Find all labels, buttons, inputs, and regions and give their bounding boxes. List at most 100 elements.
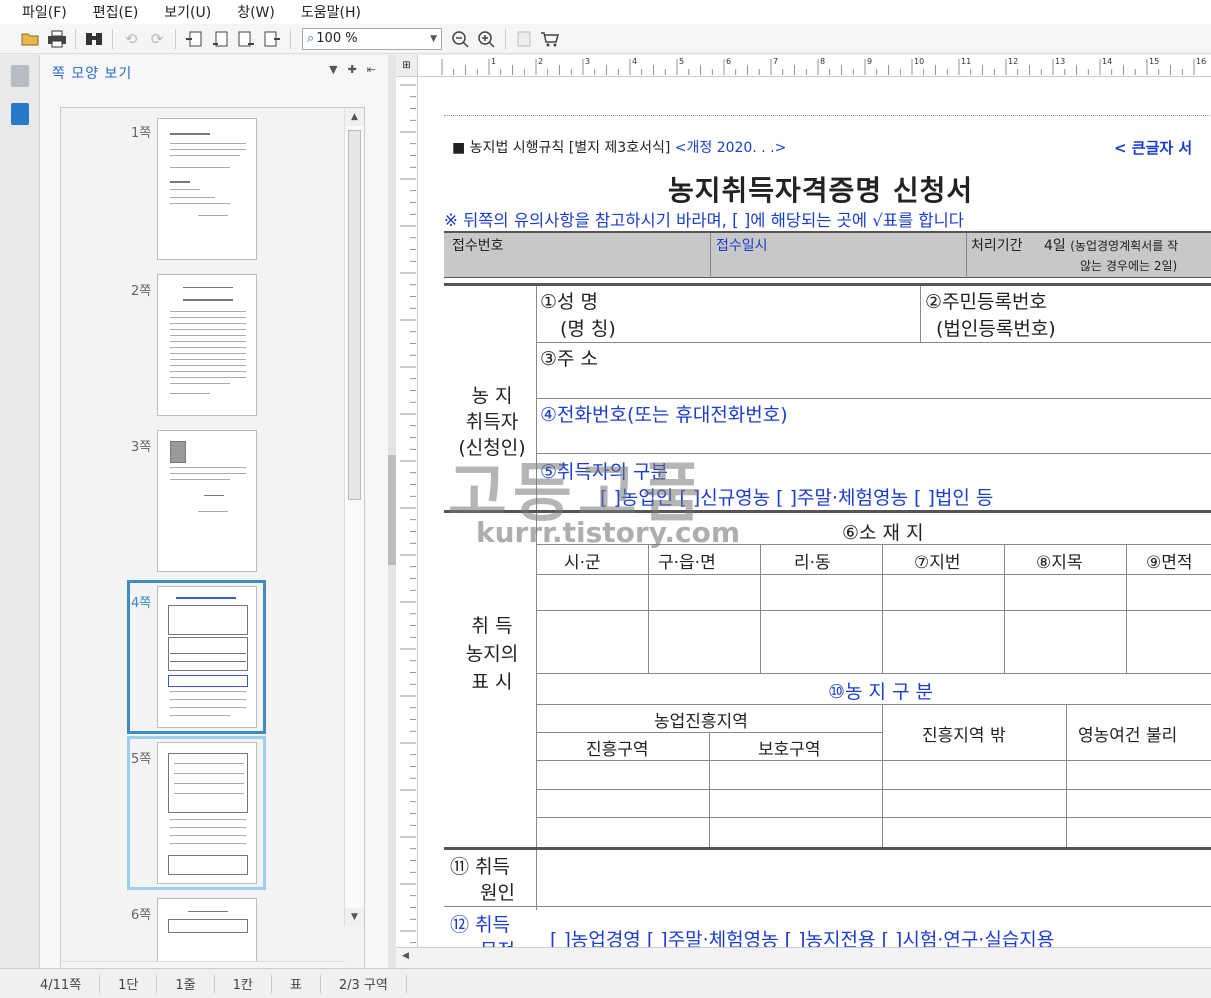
ruler-label: 15 xyxy=(1149,57,1159,66)
side-tab-strip xyxy=(0,55,40,968)
acquirer-type-options: [ ]농업인 [ ]신규영농 [ ]주말·체험영농 [ ]법인 등 xyxy=(600,487,994,509)
col-district: 구·읍·면 xyxy=(658,553,716,573)
acquisition-purpose-label-2: 목적 xyxy=(480,936,515,947)
page-thumbnail-1[interactable] xyxy=(157,118,257,260)
outside-zone-header: 진흥지역 밖 xyxy=(922,726,1006,746)
name-alt-label: (명 칭) xyxy=(560,318,616,340)
land-group-label: 취 득 농지의 표 시 xyxy=(465,615,519,693)
cart-icon[interactable] xyxy=(537,27,563,51)
scroll-thumb[interactable] xyxy=(348,130,361,500)
form-notice: ※ 뒤쪽의 유의사항을 참고하시기 바라며, [ ]에 해당되는 곳에 √표를 … xyxy=(444,211,964,230)
ruler-label: 5 xyxy=(679,57,684,66)
splitter-grip[interactable] xyxy=(388,455,396,565)
ruler-corner[interactable]: ⊞ xyxy=(396,55,418,77)
page-label-2: 2쪽 xyxy=(131,284,152,299)
list-view-icon[interactable] xyxy=(11,65,29,87)
receipt-number-label: 접수번호 xyxy=(452,238,504,254)
print-icon[interactable] xyxy=(44,27,70,51)
page-view-icon[interactable] xyxy=(11,103,29,125)
col-city: 시·군 xyxy=(564,553,601,573)
page-next-icon[interactable] xyxy=(233,27,259,51)
page-prev-icon[interactable] xyxy=(207,27,233,51)
document-horizontal-scrollbar[interactable]: ◀ xyxy=(396,947,1211,968)
ruler-label: 9 xyxy=(867,57,872,66)
page-label-3: 3쪽 xyxy=(131,440,152,455)
col-lot-number: ⑦지번 xyxy=(914,553,961,573)
vertical-ruler xyxy=(396,77,418,947)
page-thumbnail-5[interactable] xyxy=(157,742,257,884)
zoom-out-icon[interactable] xyxy=(448,27,474,51)
panel-controls: ▼ ✚ ⇤ xyxy=(329,63,376,76)
zoom-select[interactable]: ⌕ 100 % ▼ xyxy=(302,27,442,50)
panel-splitter[interactable] xyxy=(388,55,396,968)
scroll-down-icon[interactable]: ▼ xyxy=(345,908,364,926)
registration-number-label: ②주민등록번호 xyxy=(925,291,1047,313)
pin-icon[interactable]: ✚ xyxy=(348,63,357,76)
page-label-5: 5쪽 xyxy=(131,752,152,767)
ruler-label: 3 xyxy=(585,57,590,66)
binoculars-icon[interactable] xyxy=(81,27,107,51)
address-label: ③주 소 xyxy=(540,348,599,370)
zoom-value: 100 % xyxy=(316,31,358,46)
protection-zone-header: 보호구역 xyxy=(758,740,821,760)
chevron-down-icon[interactable]: ▼ xyxy=(430,34,441,44)
thumbnail-vertical-scrollbar[interactable]: ▲ ▼ xyxy=(344,108,364,926)
status-cell: 1칸 xyxy=(215,974,272,993)
ruler-label: 7 xyxy=(773,57,778,66)
ruler-label: 16 xyxy=(1196,57,1206,66)
page-thumbnail-2[interactable] xyxy=(157,274,257,416)
scroll-left-icon[interactable]: ◀ xyxy=(402,951,409,961)
acquisition-cause-label-2: 원인 xyxy=(480,882,515,904)
page-thumbnail-4[interactable] xyxy=(157,586,257,728)
page-first-icon[interactable] xyxy=(181,27,207,51)
form-title: 농지취득자격증명 신청서 xyxy=(668,174,974,207)
large-print-link[interactable]: < 큰글자 서 xyxy=(1114,137,1192,158)
acquisition-purpose-label: ⑫ 취득 xyxy=(450,914,511,936)
page-last-icon[interactable] xyxy=(259,27,285,51)
dropdown-icon[interactable]: ▼ xyxy=(329,63,337,76)
ruler-label: 4 xyxy=(632,57,637,66)
document-page[interactable]: ■ 농지법 시행규칙 [별지 제3호서식] <개정 2020. . .> < 큰… xyxy=(418,77,1211,947)
menu-bar: 파일(F) 편집(E) 보기(U) 창(W) 도움말(H) xyxy=(0,0,1211,24)
acquisition-purpose-options: [ ]농업경영 [ ]주말·체험영농 [ ]농지전용 [ ]시험·연구·실습지용 xyxy=(550,929,1055,947)
ruler-label: 2 xyxy=(538,57,543,66)
toolbar-separator xyxy=(75,28,76,49)
ruler-label: 14 xyxy=(1102,57,1112,66)
menu-window[interactable]: 창(W) xyxy=(237,2,275,22)
status-line: 1줄 xyxy=(157,974,215,993)
status-section: 2/3 구역 xyxy=(321,974,407,993)
collapse-icon[interactable]: ⇤ xyxy=(367,63,376,76)
ruler-label: 6 xyxy=(726,57,731,66)
processing-note: 않는 경우에는 2일) xyxy=(1080,259,1178,273)
undo-icon[interactable]: ⟲ xyxy=(118,27,144,51)
folder-open-icon[interactable] xyxy=(18,27,44,51)
applicant-group-label: 농 지 취득자 (신청인) xyxy=(458,385,526,459)
menu-help[interactable]: 도움말(H) xyxy=(301,2,361,22)
scroll-up-icon[interactable]: ▲ xyxy=(345,108,364,126)
menu-edit[interactable]: 편집(E) xyxy=(93,2,139,22)
zoom-in-icon[interactable] xyxy=(474,27,500,51)
thumbnail-list: 1쪽 2쪽 3쪽 4쪽 5쪽 6쪽 ▲ ▼ xyxy=(60,107,365,982)
menu-file[interactable]: 파일(F) xyxy=(22,2,67,22)
toolbar: ⟲ ⟳ ⌕ 100 % ▼ xyxy=(0,24,1211,54)
promotion-zone-header: 진흥구역 xyxy=(586,740,649,760)
ruler-label: 12 xyxy=(1008,57,1018,66)
menu-view[interactable]: 보기(U) xyxy=(164,2,211,22)
status-page: 4/11쪽 xyxy=(0,974,101,993)
ruler-label: 10 xyxy=(914,57,924,66)
phone-label: ④전화번호(또는 휴대전화번호) xyxy=(540,404,788,426)
redo-icon[interactable]: ⟳ xyxy=(144,27,170,51)
processing-days: 4일 (농업경영계획서를 작 xyxy=(1044,238,1179,254)
toolbar-separator xyxy=(505,28,506,49)
magnifier-icon: ⌕ xyxy=(307,31,315,46)
ruler-label: 13 xyxy=(1055,57,1065,66)
horizontal-ruler: 1 2 3 4 5 6 7 8 9 10 11 12 13 14 15 16 xyxy=(418,55,1211,77)
toolbar-separator xyxy=(112,28,113,49)
status-bar: 4/11쪽 1단 1줄 1칸 표 2/3 구역 xyxy=(0,968,1211,998)
page-thumbnail-3[interactable] xyxy=(157,430,257,572)
col-village: 리·동 xyxy=(794,553,831,573)
land-type-header: ⑩농 지 구 분 xyxy=(828,681,934,703)
book-icon[interactable] xyxy=(511,27,537,51)
acquirer-type-label: ⑤취득자의 구분 xyxy=(540,461,668,483)
page-label-1: 1쪽 xyxy=(131,126,152,141)
